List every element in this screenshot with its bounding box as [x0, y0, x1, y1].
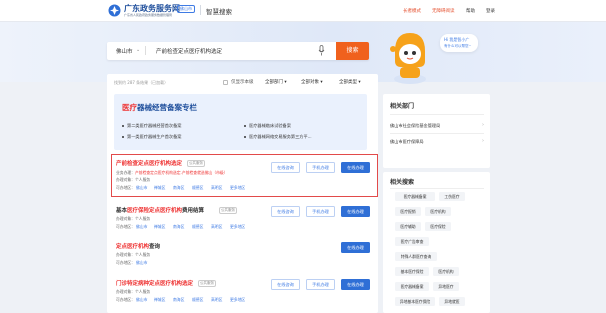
related-search-tag[interactable]: 医疗保险	[425, 222, 451, 231]
related-search-tag[interactable]: 特殊人群医疗查询	[395, 252, 437, 261]
filter-object[interactable]: 全部对象 ▾	[301, 79, 323, 85]
result-title[interactable]: 定点医疗机构查询	[116, 242, 160, 250]
online-handle-button[interactable]: 在线办理	[341, 279, 370, 290]
related-search-tag[interactable]: 医疗广告审查	[395, 237, 429, 246]
result-object: 办理对象：个人服务	[116, 289, 151, 294]
region-link[interactable]: 高明区	[211, 224, 222, 230]
top-bar	[0, 0, 606, 22]
region-switch-tag[interactable]: 佛山市	[177, 5, 195, 13]
region-link[interactable]: 顺德区	[192, 297, 203, 303]
online-handle-button[interactable]: 在线办理	[341, 162, 370, 173]
related-search-tag[interactable]: 医疗机构	[425, 207, 451, 216]
mobile-handle-button[interactable]: 手机办理	[306, 279, 335, 290]
department-link[interactable]: 佛山市社会保险基金管理局	[390, 123, 440, 129]
login-link[interactable]: 登录	[486, 8, 495, 14]
result-regions-label: 可办地区：	[116, 260, 135, 265]
banner-link[interactable]: 医疗器械网络交易服务第三方平...	[244, 134, 312, 140]
region-link[interactable]: 禅城区	[154, 297, 165, 303]
local-only-label[interactable]: 仅显示本级	[231, 79, 254, 85]
site-subtitle: 广东省人民政府政务服务数据管理局	[124, 13, 173, 17]
region-link[interactable]: 佛山市	[136, 224, 147, 230]
region-link[interactable]: 佛山市	[136, 185, 147, 191]
related-search-tag[interactable]: 异地就医	[439, 297, 465, 306]
result-object: 办理对象：个人服务	[116, 216, 151, 221]
department-link[interactable]: 佛山市医疗保障局	[390, 139, 424, 145]
mobile-handle-button[interactable]: 手机办理	[306, 206, 335, 217]
search-button[interactable]: 搜索	[336, 42, 369, 60]
elder-mode-link[interactable]: 长者模式	[403, 8, 421, 14]
consult-button[interactable]: 在线咨询	[271, 279, 300, 290]
divider	[390, 114, 484, 115]
divider	[390, 133, 484, 134]
service-tag: 公共服务	[198, 280, 216, 287]
related-search-tag[interactable]: 工伤医疗	[439, 192, 465, 201]
city-select[interactable]: 佛山市	[116, 47, 133, 55]
region-link[interactable]: 高明区	[211, 185, 222, 191]
related-search-tag[interactable]: 医疗机构	[433, 267, 459, 276]
related-search-tag[interactable]: 医疗器械备案	[395, 192, 435, 201]
chevron-down-icon[interactable]: ⌄	[136, 47, 140, 53]
search-box	[107, 42, 369, 60]
more-regions-link[interactable]: 更多地区	[230, 297, 245, 303]
result-object: 办理对象：个人服务	[116, 177, 151, 182]
search-input[interactable]: 产前检查定点医疗机构选定	[156, 47, 222, 55]
result-title[interactable]: 产前检查定点医疗机构选定	[116, 159, 182, 167]
assistant-subtitle: 有什么可以帮您~	[444, 44, 472, 48]
result-title[interactable]: 门诊特定病种定点医疗机构选定	[116, 279, 193, 287]
result-title[interactable]: 基本医疗保险定点医疗机构费用结算	[116, 206, 204, 214]
result-regions-label: 可办地区：	[116, 185, 135, 190]
header-divider	[200, 5, 201, 15]
more-regions-link[interactable]: 更多地区	[230, 224, 245, 230]
related-searches-title: 相关搜索	[390, 179, 415, 186]
region-link[interactable]: 高明区	[211, 297, 222, 303]
assistant-title: Hi 我是智小广	[444, 37, 470, 42]
consult-button[interactable]: 在线咨询	[271, 206, 300, 217]
online-handle-button[interactable]: 在线办理	[341, 206, 370, 217]
region-link[interactable]: 禅城区	[154, 185, 165, 191]
region-link[interactable]: 南海区	[173, 185, 184, 191]
accessibility-link[interactable]: 无障碍阅读	[432, 8, 455, 14]
logo-icon	[108, 4, 121, 17]
chevron-right-icon[interactable]: ›	[482, 122, 484, 128]
help-link[interactable]: 帮助	[466, 8, 475, 14]
region-link[interactable]: 佛山市	[136, 260, 147, 266]
more-regions-link[interactable]: 更多地区	[230, 185, 245, 191]
banner-link[interactable]: 第二类医疗器械经营首次备案	[122, 123, 181, 129]
local-only-checkbox[interactable]	[223, 80, 228, 85]
result-count: 找到约 287 条结果（已加载）	[114, 80, 169, 85]
filter-department[interactable]: 全部部门 ▾	[265, 79, 287, 85]
service-tag: 公共服务	[187, 160, 205, 167]
divider	[390, 188, 484, 189]
online-handle-button[interactable]: 在线办理	[341, 242, 370, 253]
related-search-tag[interactable]: 医疗辅助	[395, 222, 421, 231]
microphone-icon[interactable]	[318, 45, 325, 56]
filter-type[interactable]: 全部类型 ▾	[339, 79, 361, 85]
chevron-right-icon[interactable]: ›	[482, 138, 484, 144]
brand-title: 智慧搜索	[206, 8, 232, 16]
banner-title[interactable]: 医疗器械经营备案专栏	[122, 102, 197, 113]
region-link[interactable]: 南海区	[173, 297, 184, 303]
related-search-tag[interactable]: 基本医疗保险	[395, 267, 429, 276]
related-search-tag[interactable]: 异地医疗	[433, 282, 459, 291]
related-search-tag[interactable]: 医疗报销	[395, 207, 421, 216]
result-regions-label: 可办地区：	[116, 297, 135, 302]
region-link[interactable]: 顺德区	[192, 185, 203, 191]
related-search-tag[interactable]: 医疗器械备案	[395, 282, 429, 291]
assistant-mascot[interactable]	[385, 27, 435, 85]
region-link[interactable]: 禅城区	[154, 224, 165, 230]
region-link[interactable]: 顺德区	[192, 224, 203, 230]
region-link[interactable]: 佛山市	[136, 297, 147, 303]
region-link[interactable]: 南海区	[173, 224, 184, 230]
related-search-tag[interactable]: 异地基本医疗保险	[395, 297, 435, 306]
banner-link[interactable]: 第一类医疗器械生产首次备案	[122, 134, 181, 140]
result-object: 办理对象：个人服务	[116, 252, 151, 257]
mobile-handle-button[interactable]: 手机办理	[306, 162, 335, 173]
banner-link[interactable]: 医疗器械临床试验备案	[244, 123, 291, 129]
consult-button[interactable]: 在线咨询	[271, 162, 300, 173]
result-regions-label: 可办地区：	[116, 224, 135, 229]
search-divider	[145, 46, 146, 55]
result-business: 业务办理：产前检查定点医疗机构选定-产前检查就选佛山（市级）	[116, 170, 228, 175]
service-tag: 公共服务	[219, 207, 237, 214]
related-departments-title: 相关部门	[390, 103, 415, 110]
